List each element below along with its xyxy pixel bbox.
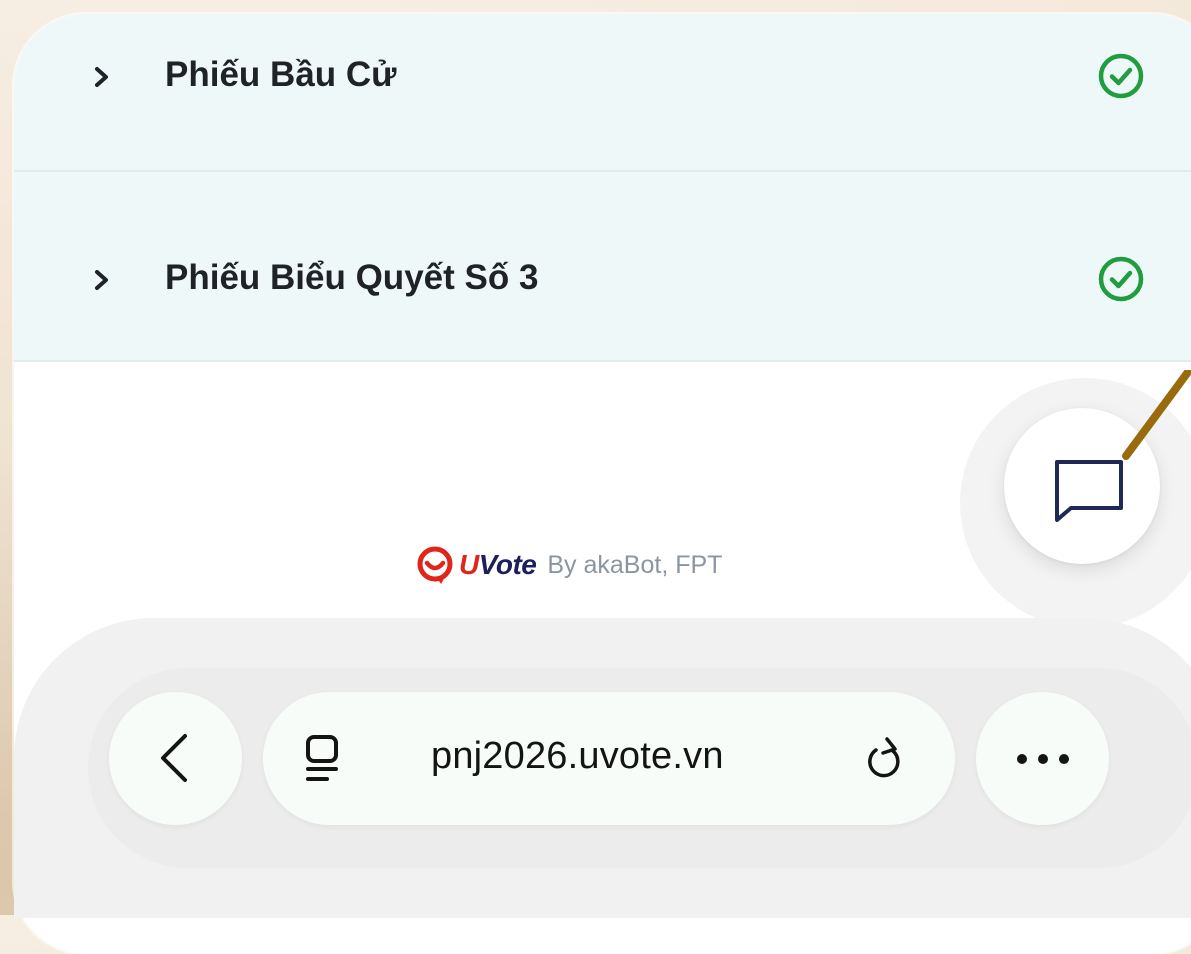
url-text: pnj2026.uvote.vn (431, 735, 724, 777)
more-menu-button[interactable] (976, 692, 1109, 825)
uvote-brand: UVote By akaBot, FPT (415, 545, 722, 585)
ballot-row-phieu-bieu-quyet-so-3[interactable]: Phiếu Biểu Quyết Số 3 (14, 172, 1191, 362)
brand-byline: By akaBot, FPT (547, 550, 723, 579)
uvote-logo-icon (417, 546, 453, 584)
reload-icon[interactable] (863, 734, 907, 784)
ballot-title: Phiếu Bầu Cử (165, 55, 397, 94)
chevron-right-icon (95, 270, 108, 290)
check-circle-icon (1098, 256, 1144, 302)
check-circle-icon (1098, 53, 1144, 99)
chevron-right-icon (95, 67, 108, 87)
address-bar[interactable]: pnj2026.uvote.vn (263, 692, 955, 825)
annotation-stroke (1122, 370, 1191, 460)
more-horizontal-icon (1017, 754, 1069, 764)
ballot-title: Phiếu Biểu Quyết Số 3 (165, 258, 539, 297)
ballot-row-phieu-bau-cu[interactable]: Phiếu Bầu Cử (14, 14, 1191, 172)
uvote-logo-text: UVote (459, 549, 537, 580)
tabs-icon (306, 735, 338, 781)
chevron-left-icon (161, 734, 187, 782)
back-button[interactable] (109, 692, 242, 825)
